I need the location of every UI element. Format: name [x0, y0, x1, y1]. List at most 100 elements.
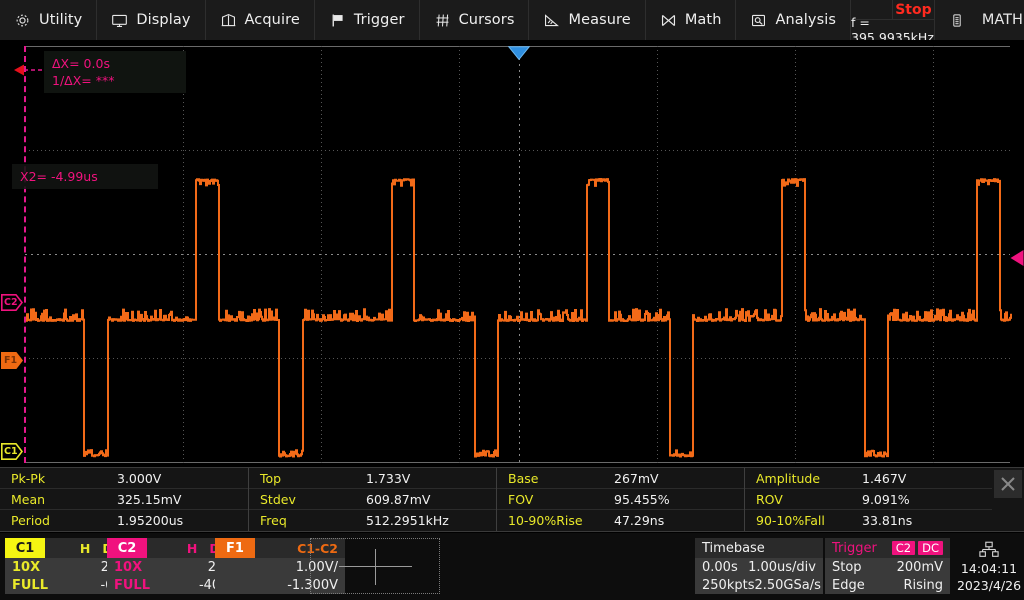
measurement-row[interactable]: Amplitude 1.467V	[745, 468, 992, 489]
flag-icon	[329, 12, 346, 29]
cursor-delta-x: ΔX= 0.0s	[52, 55, 110, 71]
edge-marker-f1[interactable]: F1	[1, 352, 23, 369]
analysis-icon	[750, 12, 767, 29]
measurement-value: 33.81ns	[862, 512, 913, 528]
timebase-panel[interactable]: Timebase 0.00s 1.00us/div 250kpts 2.50GS…	[695, 538, 823, 594]
measurement-name: Freq	[260, 512, 287, 528]
bottom-status-bar: C1 H DC1M 10X 2.00V/ FULL -6.13V C2 H	[0, 533, 1024, 600]
waveform-trace	[25, 178, 1012, 458]
function-tag-f1[interactable]: F1	[215, 538, 255, 558]
plus-icon-vertical	[375, 549, 376, 585]
cursor-inv-delta-x: 1/ΔX= ***	[52, 72, 115, 88]
close-measurement-button[interactable]	[994, 470, 1022, 498]
edge-marker-label: F1	[4, 355, 18, 366]
waveform-display[interactable]: ΔX= 0.0s 1/ΔX= *** X2= -4.99us C2 F1 C1	[0, 40, 1024, 465]
timebase-title: Timebase	[702, 540, 765, 556]
gear-icon	[14, 12, 31, 29]
measurement-value: 9.091%	[862, 491, 910, 507]
top-menu-bar: Utility Display Acquire Trigger Cursors …	[0, 0, 1024, 45]
measurement-row[interactable]: 10-90%Rise 47.29ns	[497, 510, 744, 530]
timebase-scale: 1.00us/div	[748, 559, 816, 575]
measurement-value: 609.87mV	[366, 491, 431, 507]
trigger-coupling-badge[interactable]: DC	[918, 541, 943, 555]
measurement-row[interactable]: 90-10%Fall 33.81ns	[745, 510, 992, 530]
measurement-value: 1.467V	[862, 470, 907, 486]
edge-marker-c1[interactable]: C1	[1, 443, 23, 460]
menu-item-math-panel[interactable]: MATH	[935, 0, 1024, 40]
measurement-row[interactable]: Freq 512.2951kHz	[249, 510, 496, 530]
trigger-position-marker-icon[interactable]	[508, 46, 530, 60]
waveform-path	[25, 178, 1012, 458]
measurement-row[interactable]: Stdev 609.87mV	[249, 489, 496, 510]
menu-item-math[interactable]: Math	[646, 0, 737, 40]
measurement-group: Pk-Pk 3.000V Mean 325.15mV Period 1.9520…	[0, 468, 249, 531]
menu-label: Cursors	[458, 12, 515, 28]
timebase-row-scale[interactable]: 0.00s 1.00us/div	[695, 558, 823, 576]
measurement-row[interactable]: FOV 95.455%	[497, 489, 744, 510]
measurement-value: 325.15mV	[117, 491, 182, 507]
monitor-icon	[111, 12, 128, 29]
timebase-memory: 250kpts	[702, 577, 755, 593]
trigger-slope: Rising	[903, 577, 943, 593]
measurement-name: FOV	[508, 491, 534, 507]
measurement-row[interactable]: Pk-Pk 3.000V	[0, 468, 248, 489]
channel-tag-c2[interactable]: C2	[107, 538, 147, 558]
measurement-value: 3.000V	[117, 470, 162, 486]
frequency-counter: f = 395.9935kHz	[851, 15, 934, 45]
math-icon	[660, 12, 677, 29]
channel-probe-c2: 10X	[114, 559, 143, 575]
menu-item-acquire[interactable]: Acquire	[206, 0, 315, 40]
menu-label: Acquire	[244, 12, 300, 28]
menu-item-trigger[interactable]: Trigger	[315, 0, 420, 40]
run-status-block[interactable]: Stop f = 395.9935kHz	[851, 0, 935, 45]
math-panel-label: MATH	[981, 12, 1023, 28]
measurement-name: Base	[508, 470, 539, 486]
measurement-row[interactable]: Base 267mV	[497, 468, 744, 489]
measurement-row[interactable]: Mean 325.15mV	[0, 489, 248, 510]
channel-probe-c1: 10X	[12, 559, 41, 575]
add-channel-slot[interactable]	[310, 538, 440, 594]
measurement-value: 267mV	[614, 470, 659, 486]
menu-item-utility[interactable]: Utility	[0, 0, 98, 40]
trigger-panel[interactable]: Trigger C2 DC Stop 200mV Edge Rising	[825, 538, 950, 594]
measurement-table: Pk-Pk 3.000V Mean 325.15mV Period 1.9520…	[0, 467, 1024, 532]
clock-panel: 14:04:11 2023/4/26	[955, 538, 1023, 596]
channel-coupling-h-c2: H	[186, 540, 198, 556]
trigger-row-type[interactable]: Edge Rising	[825, 576, 950, 594]
menu-label: Trigger	[353, 12, 405, 28]
menu-item-analysis[interactable]: Analysis	[736, 0, 852, 40]
menu-item-display[interactable]: Display	[97, 0, 206, 40]
measurement-value: 95.455%	[614, 491, 670, 507]
trigger-header: Trigger C2 DC	[825, 538, 950, 558]
cursor-x2-line[interactable]	[24, 46, 26, 463]
measurement-name: Stdev	[260, 491, 296, 507]
clock-time: 14:04:11	[960, 561, 1018, 576]
measurement-name: Mean	[11, 491, 46, 507]
measurement-row[interactable]: Period 1.95200us	[0, 510, 248, 530]
edge-marker-c2[interactable]: C2	[1, 294, 23, 311]
menu-item-measure[interactable]: Measure	[529, 0, 646, 40]
edge-marker-label: C1	[4, 446, 18, 457]
cursor-delta-arrow-icon	[14, 64, 44, 76]
acquire-icon	[220, 12, 237, 29]
close-icon	[1001, 477, 1015, 491]
channel-coupling-h-c1: H	[79, 540, 91, 556]
trigger-source-badge[interactable]: C2	[891, 541, 916, 555]
trigger-level-marker-icon[interactable]	[1010, 249, 1024, 267]
measurement-value: 47.29ns	[614, 512, 665, 528]
menu-label: Display	[136, 12, 191, 28]
trigger-title: Trigger	[832, 540, 877, 556]
measurement-name: 90-10%Fall	[756, 512, 825, 528]
clipboard-icon	[949, 12, 966, 29]
trigger-row-state[interactable]: Stop 200mV	[825, 558, 950, 576]
trigger-type: Edge	[832, 577, 865, 593]
timebase-row-memory[interactable]: 250kpts 2.50GSa/s	[695, 576, 823, 594]
measurement-name: Period	[11, 512, 50, 528]
menu-item-cursors[interactable]: Cursors	[420, 0, 530, 40]
measurement-name: Amplitude	[756, 470, 821, 486]
measurement-row[interactable]: ROV 9.091%	[745, 489, 992, 510]
channel-tag-c1[interactable]: C1	[5, 538, 45, 558]
measurement-row[interactable]: Top 1.733V	[249, 468, 496, 489]
measure-triangle-icon	[543, 12, 560, 29]
network-icon[interactable]	[979, 538, 999, 560]
